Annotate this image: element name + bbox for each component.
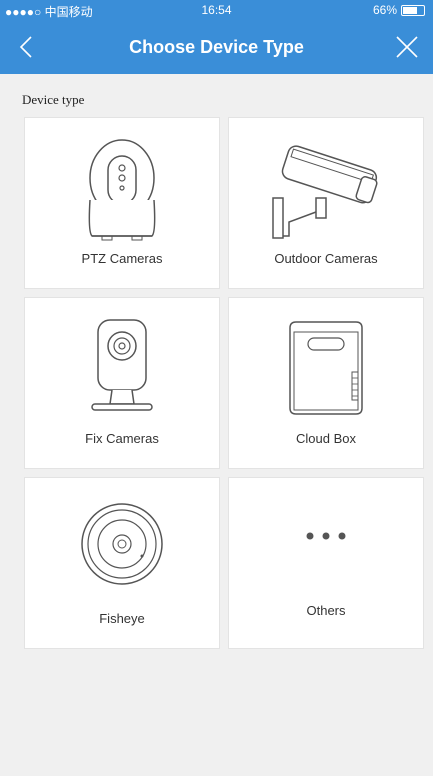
page-title: Choose Device Type <box>129 37 304 57</box>
device-tile-others[interactable]: Others <box>228 477 424 649</box>
device-tile-ptz[interactable]: PTZ Cameras <box>24 117 220 289</box>
device-label: Cloud Box <box>296 431 356 446</box>
device-tile-fisheye[interactable]: Fisheye <box>24 477 220 649</box>
fix-camera-icon <box>25 316 219 426</box>
device-label: PTZ Cameras <box>81 251 163 266</box>
battery-percent: 66% <box>372 3 397 17</box>
outdoor-camera-icon <box>229 136 423 246</box>
close-icon[interactable] <box>393 33 421 61</box>
battery-icon <box>401 4 425 16</box>
cloud-box-icon <box>229 316 423 426</box>
device-tile-fix[interactable]: Fix Cameras <box>24 297 220 469</box>
fisheye-camera-icon <box>25 496 219 606</box>
device-label: Fisheye <box>99 611 145 626</box>
device-label: Others <box>306 603 346 618</box>
device-tile-cloud-box[interactable]: Cloud Box <box>228 297 424 469</box>
nav-bar: Choose Device Type <box>0 20 433 74</box>
ptz-camera-icon <box>25 136 219 246</box>
device-label: Outdoor Cameras <box>274 251 378 266</box>
more-dots-icon <box>229 526 423 546</box>
status-time: 16:54 <box>201 3 232 17</box>
status-bar: ●●●●○ 中国移动 16:54 66% <box>0 0 433 20</box>
section-label: Device type <box>22 92 85 107</box>
device-label: Fix Cameras <box>85 431 159 446</box>
battery-status: 66% <box>373 3 425 17</box>
device-tile-outdoor[interactable]: Outdoor Cameras <box>228 117 424 289</box>
